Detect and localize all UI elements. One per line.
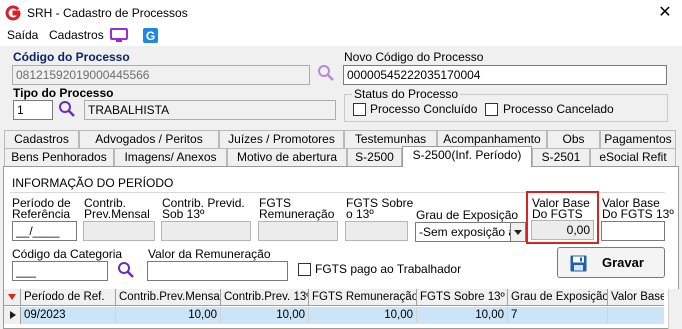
grid-cell[interactable]: 10,00 [116, 307, 221, 324]
status-processo-title: Status do Processo [352, 87, 461, 101]
remuneracao-field[interactable] [147, 261, 288, 281]
save-icon [570, 255, 587, 272]
novo-codigo-field[interactable]: 00000545222035170004 [343, 65, 667, 85]
tab-esocial-refit[interactable]: eSocial Refit [590, 148, 676, 166]
tab-s2500[interactable]: S-2500 [347, 148, 402, 166]
app-g-icon[interactable]: G [142, 27, 160, 44]
grid-cell[interactable] [608, 307, 664, 324]
grau-exposicao-select[interactable]: -Sem exposição a [415, 222, 511, 242]
grid-header-cell[interactable]: Valor Base [608, 289, 664, 306]
grid-header: Período de Ref. Contrib.Prev.Mensal Cont… [4, 289, 664, 306]
grid-indicator-header [4, 289, 21, 306]
grau-exposicao-dropdown[interactable] [511, 222, 526, 242]
tipo-processo-label: Tipo do Processo [13, 86, 114, 100]
section-title: INFORMAÇÃO DO PERÍODO [12, 176, 174, 190]
periodos-grid[interactable]: Período de Ref. Contrib.Prev.Mensal Cont… [4, 289, 664, 329]
menu-cadastros[interactable]: Cadastros [49, 28, 104, 42]
tab-pagamentos[interactable]: Pagamentos [600, 130, 676, 148]
novo-codigo-label: Novo Código do Processo [344, 50, 484, 64]
search-icon[interactable] [117, 261, 135, 279]
grid-header-cell[interactable]: Período de Ref. [21, 289, 116, 306]
fgts-13-label-2: o 13º [346, 207, 374, 221]
menu-bar: Saída Cadastros G [0, 26, 682, 46]
fgts-pago-label: FGTS pago ao Trabalhador [315, 262, 462, 276]
valor-base-fgts13-label-2: Do FGTS 13º [602, 207, 674, 221]
search-icon[interactable] [58, 100, 76, 118]
contrib-13-label-2: Sob 13º [162, 207, 205, 221]
processo-cancelado-checkbox[interactable] [485, 103, 498, 116]
valor-base-fgts-label-2: Do FGTS [532, 207, 583, 221]
gravar-button[interactable]: Gravar [557, 247, 665, 278]
tab-obs[interactable]: Obs [547, 130, 600, 148]
grid-header-cell[interactable]: Grau de Exposição [508, 289, 608, 306]
sort-marker-icon [8, 294, 16, 300]
svg-text:G: G [146, 29, 155, 43]
fgts-rem-label-2: Remuneração [259, 207, 335, 221]
codigo-processo-field[interactable]: 08121592019000445566 [12, 65, 310, 85]
codigo-processo-label: Código do Processo [13, 50, 130, 64]
tab-juizes-promotores[interactable]: Juízes / Promotores [219, 130, 344, 148]
menu-saida[interactable]: Saída [7, 28, 38, 42]
gravar-label: Gravar [602, 255, 644, 270]
chevron-down-icon [514, 230, 522, 235]
grid-cell[interactable]: 7 [508, 307, 608, 324]
grid-header-cell[interactable]: FGTS Sobre 13º [417, 289, 508, 306]
tab-cadastros[interactable]: Cadastros [4, 130, 79, 148]
grid-header-cell[interactable]: Contrib.Prev.Mensal [116, 289, 221, 306]
tipo-processo-code-field[interactable]: 1 [13, 100, 53, 120]
monitor-icon[interactable] [110, 27, 128, 44]
tab-advogados-peritos[interactable]: Advogados / Peritos [79, 130, 219, 148]
fgts-rem-field[interactable] [258, 221, 338, 241]
grid-header-cell[interactable]: FGTS Remuneração [309, 289, 417, 306]
fgts-pago-checkbox[interactable] [298, 263, 311, 276]
tab-motivo-abertura[interactable]: Motivo de abertura [227, 148, 347, 166]
current-row-icon [10, 311, 16, 319]
close-button[interactable]: ✕ [648, 0, 682, 26]
search-icon[interactable] [317, 64, 335, 82]
processo-concluido-checkbox[interactable] [353, 103, 366, 116]
contrib-13-field[interactable] [161, 221, 251, 241]
grid-header-cell[interactable]: Contrib.Prev. 13º [221, 289, 309, 306]
valor-base-fgts-field[interactable]: 0,00 [531, 220, 594, 240]
tab-bens-penhorados[interactable]: Bens Penhorados [4, 148, 114, 166]
categoria-field[interactable]: ___ [12, 261, 108, 281]
grid-vertical-scrollbar[interactable] [668, 289, 682, 329]
app-logo-icon [5, 5, 21, 21]
window-title: SRH - Cadastro de Processos [27, 6, 188, 20]
tab-s2500-inf-periodo[interactable]: S-2500(Inf. Período) [402, 146, 532, 167]
processo-concluido-label: Processo Concluído [370, 102, 478, 116]
grid-cell[interactable]: 10,00 [309, 307, 417, 324]
valor-base-fgts13-field[interactable] [601, 221, 665, 241]
grau-exposicao-label: Grau de Exposição [416, 208, 519, 222]
categoria-label: Código da Categoria [12, 247, 123, 261]
processo-cancelado-label: Processo Cancelado [503, 102, 614, 116]
table-row[interactable]: 09/2023 10,00 10,00 10,00 10,00 7 [4, 307, 664, 324]
contrib-mensal-label-2: Prev.Mensal [84, 207, 150, 221]
title-bar: SRH - Cadastro de Processos ✕ [0, 0, 682, 26]
periodo-field[interactable]: __/____ [12, 221, 77, 241]
tab-imagens-anexos[interactable]: Imagens/ Anexos [114, 148, 227, 166]
fgts-13-field[interactable] [345, 221, 408, 241]
grid-cell[interactable]: 10,00 [417, 307, 508, 324]
grid-cell[interactable]: 09/2023 [21, 307, 116, 324]
row-indicator [4, 307, 21, 324]
remuneracao-label: Valor da Remuneração [148, 247, 271, 261]
periodo-label-2: Referência [12, 207, 71, 221]
grid-cell[interactable]: 10,00 [221, 307, 309, 324]
tipo-processo-desc-field: TRABALHISTA [84, 100, 336, 120]
tab-s2501[interactable]: S-2501 [532, 148, 590, 166]
contrib-mensal-field[interactable] [83, 221, 155, 241]
